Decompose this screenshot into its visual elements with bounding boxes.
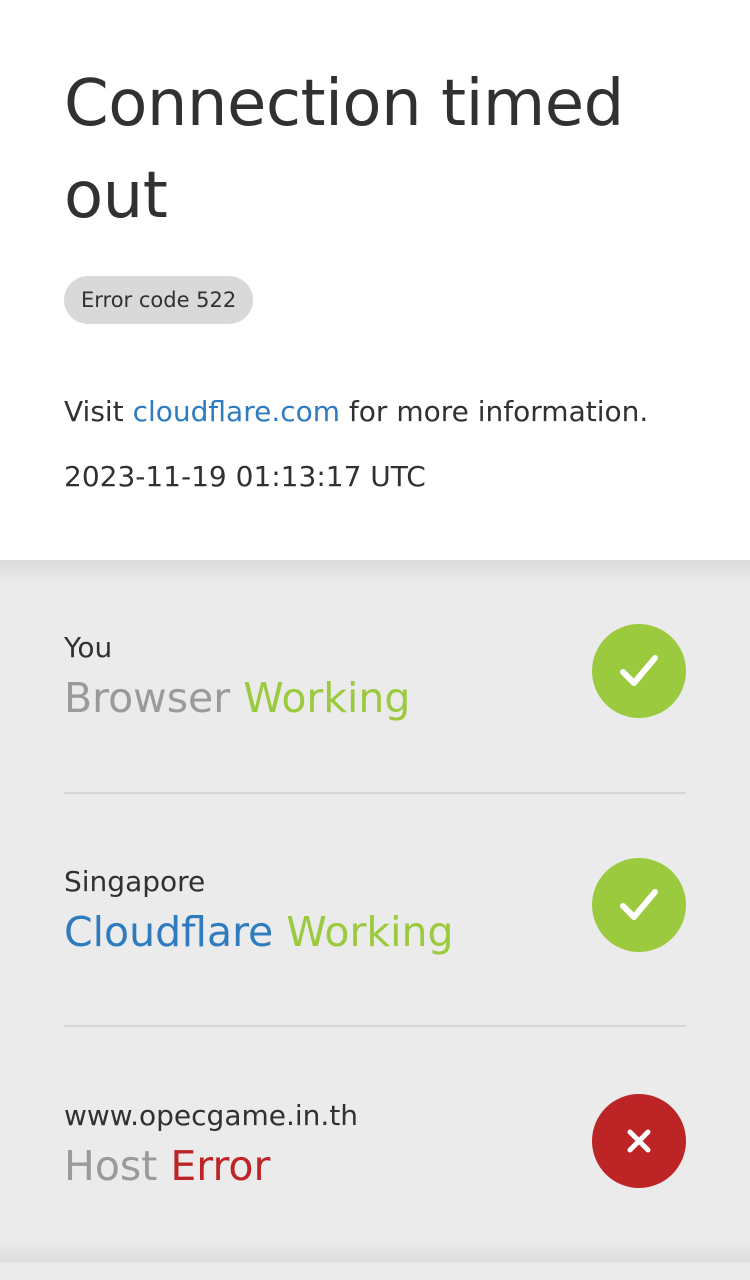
visit-suffix: for more information. [340,395,649,428]
status-name: Host [64,1142,158,1190]
divider [64,792,686,794]
visit-info: Visit cloudflare.com for more informatio… [64,390,648,434]
error-code-badge: Error code 522 [64,276,254,324]
status-name: Browser [64,674,231,722]
status-value: Working [243,674,411,722]
divider [64,1025,686,1027]
visit-prefix: Visit [64,395,133,428]
checkmark-icon [592,858,686,952]
checkmark-icon [592,624,686,718]
status-line: Cloudflare Working [64,902,454,962]
status-item-cloudflare: Singapore Cloudflare Working [64,858,686,992]
status-location: Singapore [64,865,206,898]
status-item-browser: You Browser Working [64,624,686,758]
timestamp: 2023-11-19 01:13:17 UTC [64,460,426,493]
status-location: www.opecgame.in.th [64,1099,359,1132]
cloudflare-link[interactable]: cloudflare.com [133,395,340,428]
section-shadow-bottom [0,1240,750,1262]
status-item-host: www.opecgame.in.th Host Error [64,1094,686,1226]
status-name: Cloudflare [64,908,274,956]
section-shadow-top [0,560,750,582]
status-line: Host Error [64,1136,270,1196]
status-line: Browser Working [64,668,410,728]
status-value: Working [286,908,454,956]
status-location: You [64,631,113,664]
error-header: Connection timed out Error code 522 Visi… [0,0,750,560]
page-title: Connection timed out [64,67,624,233]
status-value: Error [170,1142,271,1190]
close-icon [592,1094,686,1188]
